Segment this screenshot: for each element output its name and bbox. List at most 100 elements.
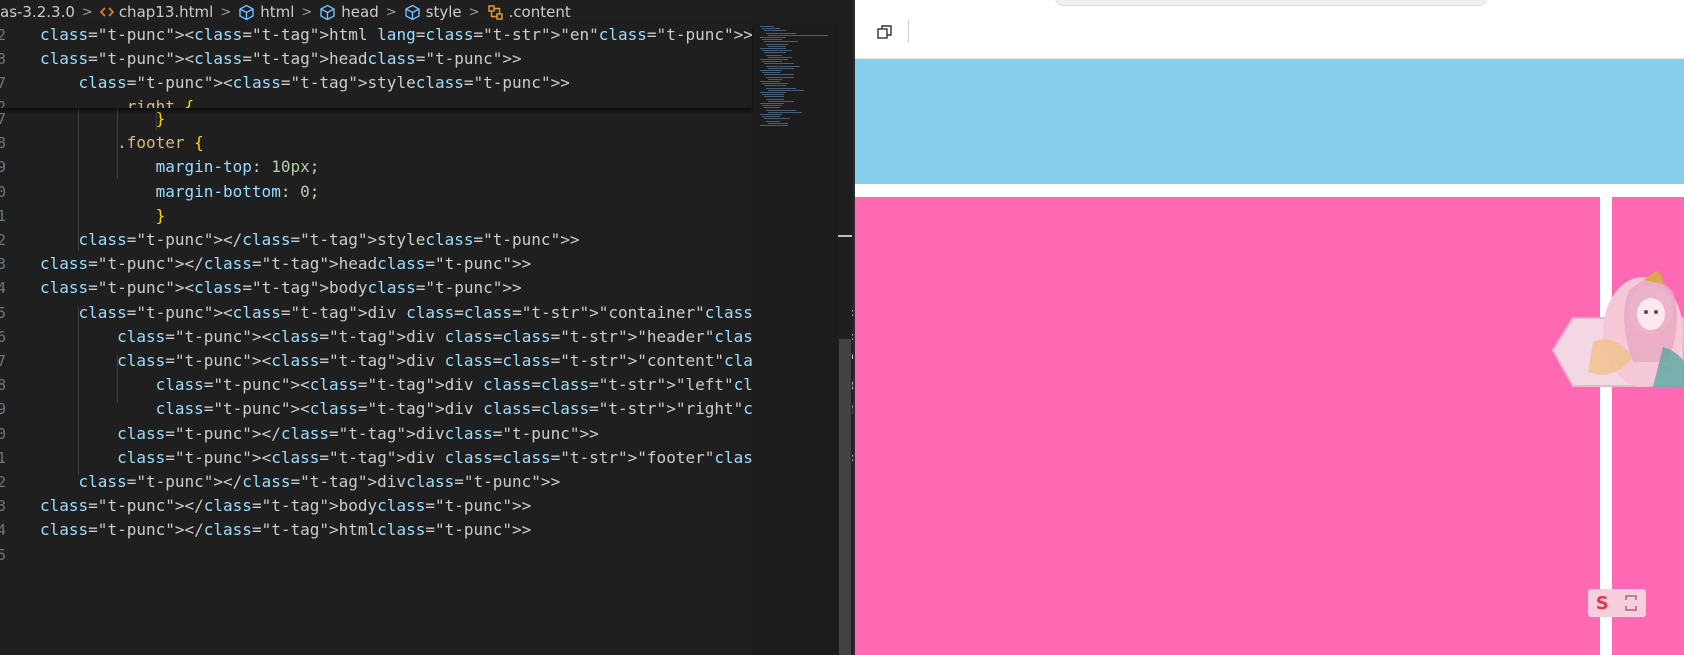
minimap-line: [762, 50, 792, 52]
line-number: 0: [0, 182, 6, 201]
breadcrumb-label: head: [341, 3, 379, 21]
line-number: 2: [0, 98, 6, 108]
minimap-line: [766, 98, 784, 100]
code-text: class="t-punc"></class="t-tag">divclass=…: [78, 472, 561, 491]
code-line[interactable]: 4 class="t-punc"></class="t-tag">htmlclas…: [0, 518, 752, 542]
line-number: 9: [0, 400, 6, 419]
code-line[interactable]: 4 class="t-punc"><class="t-tag">bodyclass…: [0, 276, 752, 300]
breadcrumb: as-3.2.3.0 > chap13.html > html > head > style >.…: [0, 0, 760, 24]
minimap-line: [766, 65, 800, 67]
indent-guide: [117, 107, 118, 179]
ime-toolbar-widget[interactable]: S: [1588, 589, 1646, 617]
minimap-line: [766, 54, 782, 56]
chevron-right-icon: >: [220, 4, 232, 20]
minimap-line: [762, 105, 782, 107]
code-line[interactable]: 6 class="t-punc"><class="t-tag">div clas…: [0, 325, 853, 349]
minimap-line: [766, 109, 796, 111]
breadcrumb-item[interactable]: chap13.html: [99, 3, 213, 21]
scrollbar-cursor-marker: [838, 235, 852, 237]
line-number: 9: [0, 158, 6, 177]
address-bar[interactable]: [1055, 0, 1487, 6]
line-number: 0: [0, 424, 6, 443]
code-text: class="t-punc"></class="t-tag">bodyclass…: [40, 496, 532, 516]
breadcrumb-item[interactable]: .content: [487, 3, 571, 21]
code-text: .footer {: [117, 133, 204, 153]
minimap-line: [760, 92, 786, 93]
minimap-line: [766, 87, 796, 89]
chevron-right-icon: >: [468, 4, 480, 20]
minimap[interactable]: [752, 24, 838, 655]
code-line[interactable]: 7 class="t-punc"><class="t-tag">div clas…: [0, 349, 853, 373]
breadcrumb-item[interactable]: head: [319, 3, 379, 21]
breadcrumb-item[interactable]: html: [238, 3, 294, 21]
minimap-line: [760, 81, 780, 82]
code-line[interactable]: 3 class="t-punc"></class="t-tag">bodyclas…: [0, 494, 752, 518]
code-line[interactable]: 8 .footer {: [0, 131, 752, 155]
code-line[interactable]: 2 class="t-punc"><class="t-tag">html lang…: [0, 24, 752, 47]
code-line[interactable]: 1 }: [0, 204, 752, 228]
minimap-line: [768, 34, 828, 36]
chevron-right-icon: >: [301, 4, 313, 20]
breadcrumb-label: style: [425, 3, 462, 21]
code-text: class="t-punc"><class="t-tag">headclass=…: [40, 49, 522, 68]
code-line[interactable]: 5: [0, 543, 752, 567]
minimap-line: [764, 30, 786, 32]
line-number: 2: [0, 231, 6, 249]
minimap-line: [762, 116, 780, 118]
code-line[interactable]: 0 class="t-punc"></class="t-tag">divclas…: [0, 422, 752, 446]
code-text: class="t-punc"></class="t-tag">htmlclass…: [40, 520, 532, 540]
ime-expand-icon[interactable]: [1624, 594, 1638, 612]
minimap-line: [764, 85, 786, 87]
code-line[interactable]: 2 .right {: [0, 95, 752, 108]
code-line[interactable]: 2 class="t-punc"></class="t-tag">stylecl…: [0, 228, 752, 252]
minimap-line: [764, 74, 794, 76]
line-number: 3: [0, 497, 6, 516]
minimap-line: [764, 52, 786, 54]
code-text: class="t-punc"><class="t-tag">div class=…: [155, 375, 853, 395]
line-number: 7: [0, 74, 6, 92]
scrollbar-thumb[interactable]: [839, 339, 851, 655]
minimap-line: [764, 41, 798, 43]
line-number: 5: [0, 303, 6, 322]
code-line[interactable]: 7 }: [0, 107, 752, 131]
vertical-scrollbar[interactable]: [838, 24, 852, 655]
minimap-line: [760, 70, 782, 71]
code-text: }: [155, 109, 166, 128]
code-line[interactable]: 5 class="t-punc"><class="t-tag">div clas…: [0, 301, 853, 325]
code-line[interactable]: 8 class="t-punc"><class="t-tag">div clas…: [0, 373, 853, 397]
copy-icon[interactable]: [875, 22, 895, 42]
code-text: class="t-punc"></class="t-tag">divclass=…: [117, 423, 599, 443]
floating-assistant-mascot[interactable]: [1533, 262, 1684, 402]
code-line[interactable]: 9 class="t-punc"><class="t-tag">div clas…: [0, 397, 853, 421]
minimap-line: [760, 59, 788, 60]
line-number: 8: [0, 134, 6, 153]
code-line[interactable]: 3 class="t-punc"><class="t-tag">headclass…: [0, 47, 752, 71]
line-number: 8: [0, 376, 6, 395]
chevron-right-icon: >: [385, 4, 397, 20]
line-number: 7: [0, 352, 6, 370]
code-text: class="t-punc"><class="t-tag">styleclass…: [78, 73, 570, 92]
minimap-line: [762, 28, 780, 30]
minimap-line: [762, 61, 782, 63]
line-number: 4: [0, 521, 6, 540]
minimap-line: [768, 56, 792, 58]
minimap-line: [768, 100, 794, 102]
code-line[interactable]: 7 class="t-punc"><class="t-tag">stylecla…: [0, 71, 752, 95]
minimap-line: [764, 107, 780, 109]
chevron-right-icon: >: [81, 4, 93, 20]
breadcrumb-item[interactable]: style: [404, 3, 462, 21]
code-line[interactable]: 9 margin-top: 10px;: [0, 155, 752, 179]
breadcrumb-item[interactable]: as-3.2.3.0: [0, 3, 75, 21]
line-number: 7: [0, 110, 6, 128]
minimap-line: [768, 111, 802, 113]
code-line[interactable]: 0 margin-bottom: 0;: [0, 180, 752, 204]
code-editor[interactable]: as-3.2.3.0 > chap13.html > html > head > style >.…: [0, 0, 853, 655]
code-line[interactable]: 2 class="t-punc"></class="t-tag">divclas…: [0, 470, 752, 494]
code-text: class="t-punc"><class="t-tag">div class=…: [117, 447, 853, 467]
minimap-line: [766, 32, 796, 34]
sticky-scroll-header[interactable]: 2 class="t-punc"><class="t-tag">html lang…: [0, 24, 752, 108]
code-line[interactable]: 3 class="t-punc"></class="t-tag">headclas…: [0, 252, 752, 276]
code-line[interactable]: 1 class="t-punc"><class="t-tag">div clas…: [0, 446, 853, 470]
toolbar-separator: [908, 20, 909, 42]
line-number: 1: [0, 448, 6, 467]
